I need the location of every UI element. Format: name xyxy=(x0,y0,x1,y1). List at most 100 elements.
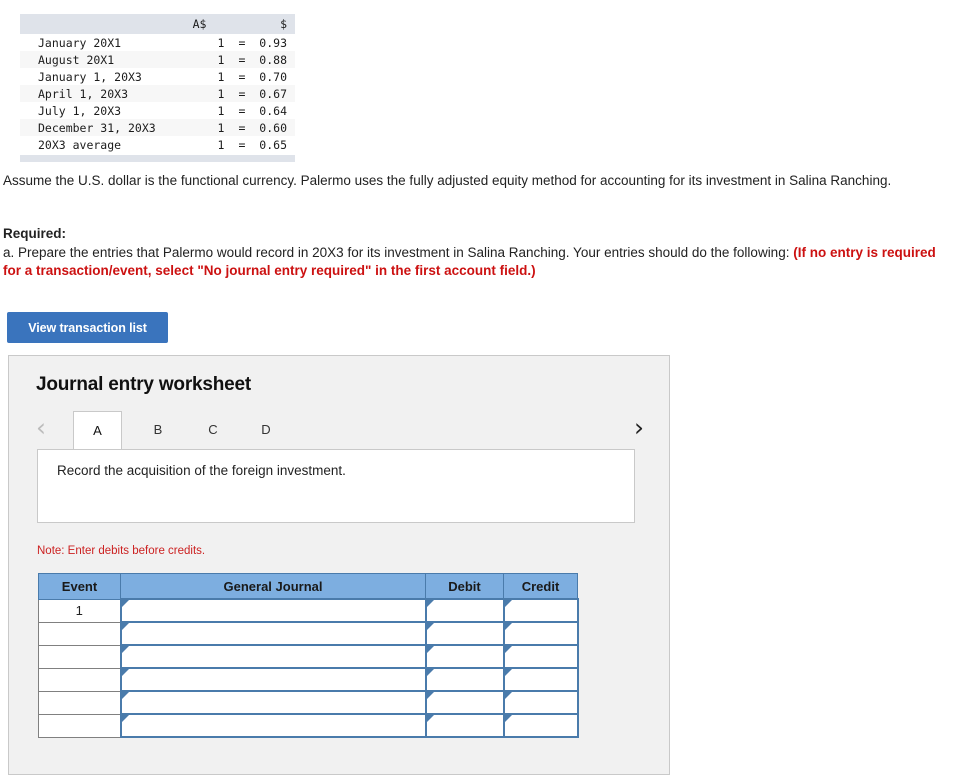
fx-row-label: April 1, 20X3 xyxy=(20,85,171,102)
table-row: July 1, 20X3 1 = 0.64 xyxy=(20,102,295,119)
fx-row-usd-value: 0.70 xyxy=(259,69,287,84)
debit-input[interactable] xyxy=(424,621,505,646)
table-row: December 31, 20X3 1 = 0.60 xyxy=(20,119,295,136)
table-row: August 20X1 1 = 0.88 xyxy=(20,51,295,68)
general-journal-input[interactable] xyxy=(119,713,427,738)
debit-input[interactable] xyxy=(424,667,505,692)
event-number-cell xyxy=(38,621,121,646)
chevron-left-icon[interactable]: ‹ xyxy=(36,413,46,443)
table-row: April 1, 20X3 1 = 0.67 xyxy=(20,85,295,102)
debit-input[interactable] xyxy=(424,598,505,623)
table-row: January 1, 20X3 1 = 0.70 xyxy=(20,68,295,85)
required-instruction-text: a. Prepare the entries that Palermo woul… xyxy=(3,245,794,260)
general-journal-input[interactable] xyxy=(119,598,427,623)
debit-input[interactable] xyxy=(424,644,505,669)
fx-row-usd: = 0.88 xyxy=(228,51,295,68)
fx-row-label: January 20X1 xyxy=(20,34,171,51)
column-header-credit: Credit xyxy=(503,573,578,600)
tab-a[interactable]: A xyxy=(73,411,122,450)
exchange-rate-header-aud: A$ xyxy=(170,14,229,34)
event-number-cell xyxy=(38,713,121,738)
column-header-event: Event xyxy=(38,573,121,600)
fx-row-usd-value: 0.60 xyxy=(259,120,287,135)
journal-entry-table: Event General Journal Debit Credit 1 xyxy=(38,573,579,738)
fx-row-usd: = 0.60 xyxy=(228,119,295,136)
credit-input[interactable] xyxy=(502,690,579,715)
column-header-debit: Debit xyxy=(425,573,504,600)
event-number-cell xyxy=(38,690,121,715)
general-journal-input[interactable] xyxy=(119,690,427,715)
tab-c[interactable]: C xyxy=(191,411,235,449)
tab-d[interactable]: D xyxy=(244,411,288,449)
table-row xyxy=(38,690,579,715)
page-title: Journal entry worksheet xyxy=(36,374,252,395)
general-journal-input[interactable] xyxy=(119,621,427,646)
exchange-rate-table-wrapper: A$ $ January 20X1 1 = 0.93 August 20X1 1… xyxy=(20,14,295,162)
worksheet-prompt-text: Record the acquisition of the foreign in… xyxy=(57,463,346,478)
fx-row-usd: = 0.67 xyxy=(228,85,295,102)
fx-row-aud: 1 xyxy=(170,102,229,119)
event-number-cell xyxy=(38,644,121,669)
fx-row-equals: = xyxy=(238,120,246,135)
fx-row-label: July 1, 20X3 xyxy=(20,102,171,119)
fx-row-usd-value: 0.93 xyxy=(259,35,287,50)
table-row xyxy=(38,644,579,669)
fx-row-equals: = xyxy=(238,69,246,84)
fx-row-usd: = 0.70 xyxy=(228,68,295,85)
debit-input[interactable] xyxy=(424,713,505,738)
fx-row-usd-value: 0.67 xyxy=(259,86,287,101)
credit-input[interactable] xyxy=(502,713,579,738)
general-journal-input[interactable] xyxy=(119,644,427,669)
fx-row-usd-value: 0.65 xyxy=(259,137,287,152)
table-row: 20X3 average 1 = 0.65 xyxy=(20,136,295,153)
tab-b[interactable]: B xyxy=(136,411,180,449)
fx-row-equals: = xyxy=(238,35,246,50)
fx-row-aud: 1 xyxy=(170,119,229,136)
credit-input[interactable] xyxy=(502,621,579,646)
debits-before-credits-note: Note: Enter debits before credits. xyxy=(37,545,206,557)
table-row: January 20X1 1 = 0.93 xyxy=(20,34,295,51)
fx-row-aud: 1 xyxy=(170,85,229,102)
fx-row-equals: = xyxy=(238,103,246,118)
column-header-general-journal: General Journal xyxy=(120,573,426,600)
fx-row-label: August 20X1 xyxy=(20,51,171,68)
fx-row-equals: = xyxy=(238,86,246,101)
exchange-rate-table-footer-bar xyxy=(20,155,295,162)
worksheet-prompt-box: Record the acquisition of the foreign in… xyxy=(37,449,635,523)
credit-input[interactable] xyxy=(502,644,579,669)
journal-header-row: Event General Journal Debit Credit xyxy=(38,573,578,600)
fx-row-usd: = 0.64 xyxy=(228,102,295,119)
fx-row-usd-value: 0.88 xyxy=(259,52,287,67)
fx-row-label: January 1, 20X3 xyxy=(20,68,171,85)
required-label: Required: xyxy=(3,226,67,241)
fx-row-usd: = 0.65 xyxy=(228,136,295,153)
required-paragraph: a. Prepare the entries that Palermo woul… xyxy=(3,244,943,280)
table-row xyxy=(38,621,579,646)
event-number-cell: 1 xyxy=(38,598,121,623)
credit-input[interactable] xyxy=(502,667,579,692)
exchange-rate-header-usd: $ xyxy=(228,14,295,34)
fx-row-usd: = 0.93 xyxy=(228,34,295,51)
view-transaction-list-button[interactable]: View transaction list xyxy=(7,312,168,343)
journal-body: 1 xyxy=(38,598,579,738)
fx-row-aud: 1 xyxy=(170,136,229,153)
credit-input[interactable] xyxy=(502,598,579,623)
fx-row-usd-value: 0.64 xyxy=(259,103,287,118)
general-journal-input[interactable] xyxy=(119,667,427,692)
fx-row-label: December 31, 20X3 xyxy=(20,119,171,136)
chevron-right-icon[interactable]: › xyxy=(634,413,644,443)
assumption-paragraph: Assume the U.S. dollar is the functional… xyxy=(3,173,892,188)
table-row xyxy=(38,713,579,738)
table-row xyxy=(38,667,579,692)
fx-row-aud: 1 xyxy=(170,34,229,51)
fx-row-aud: 1 xyxy=(170,51,229,68)
exchange-rate-table: A$ $ January 20X1 1 = 0.93 August 20X1 1… xyxy=(20,14,295,153)
fx-row-label: 20X3 average xyxy=(20,136,171,153)
journal-entry-worksheet-panel: Journal entry worksheet ‹ A B C D › Reco… xyxy=(8,355,670,775)
debit-input[interactable] xyxy=(424,690,505,715)
table-row: 1 xyxy=(38,598,579,623)
exchange-rate-header-blank xyxy=(20,14,171,34)
exchange-rate-body: January 20X1 1 = 0.93 August 20X1 1 = 0.… xyxy=(20,34,295,153)
fx-row-equals: = xyxy=(238,52,246,67)
event-number-cell xyxy=(38,667,121,692)
